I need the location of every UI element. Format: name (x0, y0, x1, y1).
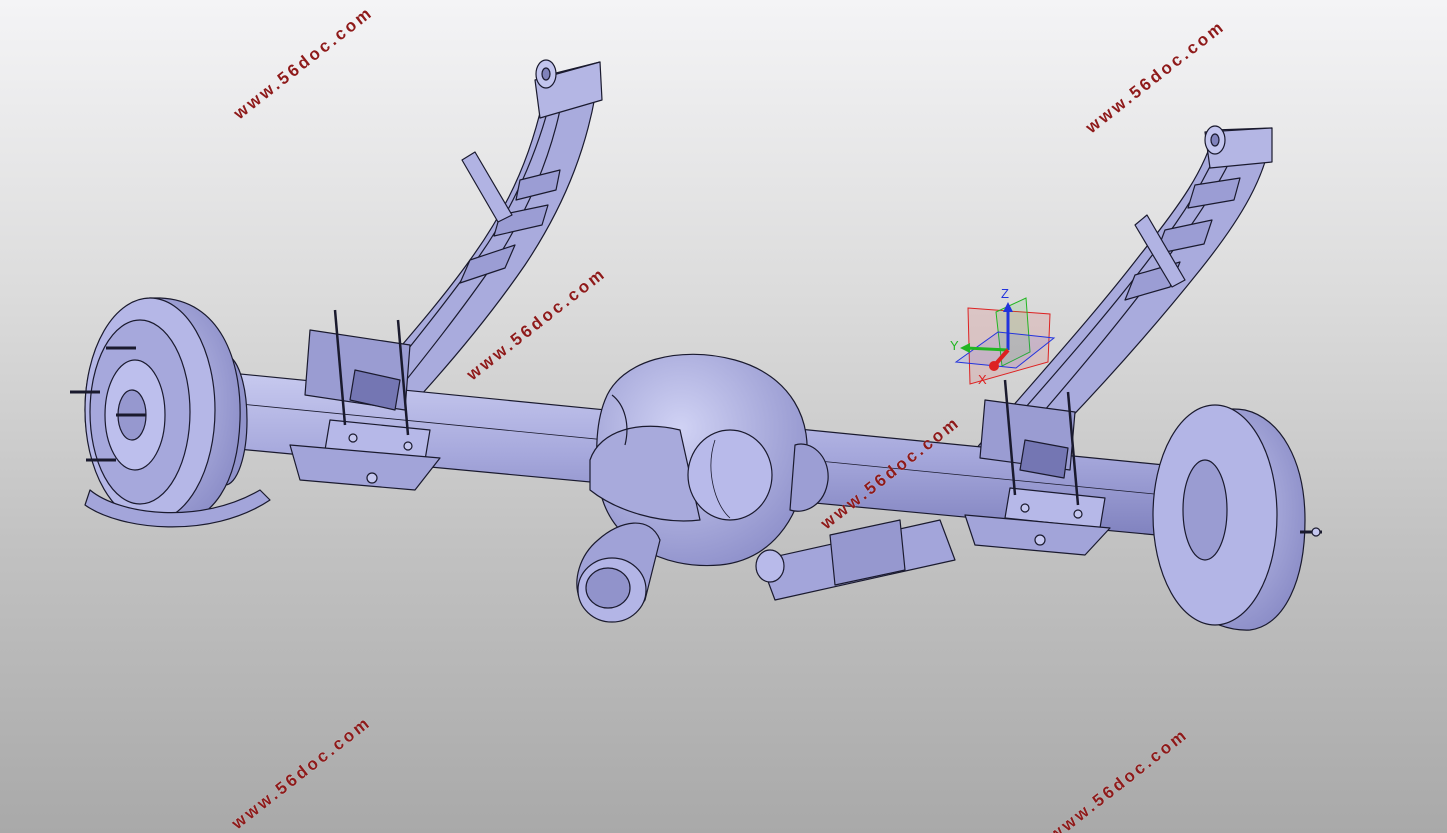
z-axis-label: Z (1001, 286, 1009, 301)
x-arrow-icon (989, 361, 999, 371)
left-brake-drum (70, 297, 271, 528)
y-arrow-icon (960, 343, 970, 353)
x-axis-label: X (978, 372, 987, 387)
cad-viewport[interactable]: Z Y X www.56doc.com www.56doc.com www.56… (0, 0, 1447, 833)
right-brake-drum (1152, 404, 1322, 631)
y-axis-label: Y (950, 338, 959, 353)
coordinate-triad: Z Y X (950, 286, 1056, 387)
rear-axle-assembly-model[interactable]: Z Y X (0, 0, 1447, 833)
y-axis (965, 346, 1009, 352)
